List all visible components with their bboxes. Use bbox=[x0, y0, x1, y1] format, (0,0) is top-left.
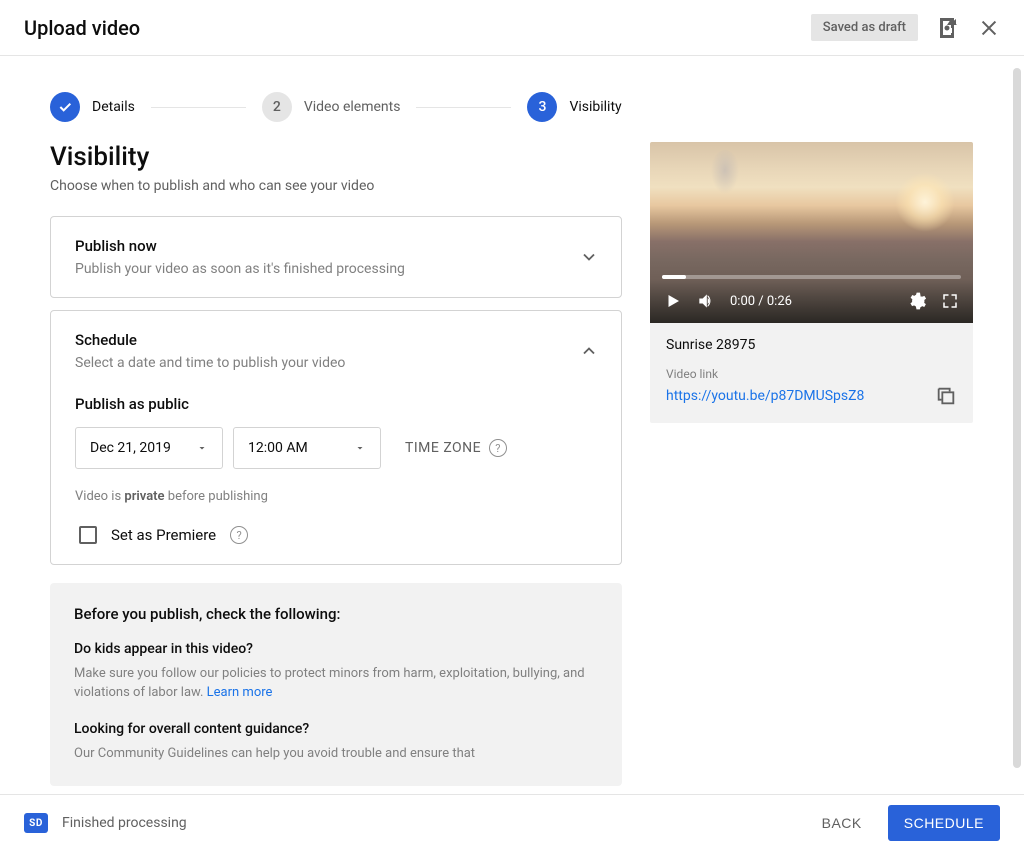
kids-question: Do kids appear in this video? bbox=[74, 641, 598, 657]
before-publish-card: Before you publish, check the following:… bbox=[50, 583, 622, 786]
volume-icon[interactable] bbox=[696, 291, 716, 311]
left-column: Visibility Choose when to publish and wh… bbox=[50, 142, 622, 786]
premiere-label: Set as Premiere bbox=[111, 526, 216, 544]
private-note: Video is private before publishing bbox=[75, 489, 597, 504]
help-icon[interactable]: ? bbox=[489, 439, 507, 457]
dialog-header: Upload video Saved as draft bbox=[0, 0, 1024, 56]
back-button[interactable]: BACK bbox=[806, 805, 878, 841]
schedule-card[interactable]: Schedule Select a date and time to publi… bbox=[50, 310, 622, 565]
step-number: 3 bbox=[527, 92, 557, 122]
schedule-title: Schedule bbox=[75, 331, 597, 349]
close-icon[interactable] bbox=[978, 17, 1000, 39]
premiere-row: Set as Premiere ? bbox=[79, 526, 597, 544]
step-visibility[interactable]: 3 Visibility bbox=[527, 92, 621, 122]
chevron-down-icon bbox=[579, 247, 599, 267]
publish-now-title: Publish now bbox=[75, 237, 597, 255]
video-link-row: https://youtu.be/p87DMUSpsZ8 bbox=[666, 385, 957, 407]
video-link[interactable]: https://youtu.be/p87DMUSpsZ8 bbox=[666, 388, 864, 404]
dropdown-caret-icon bbox=[354, 442, 366, 454]
video-player[interactable]: 0:00 / 0:26 bbox=[650, 142, 973, 323]
schedule-desc: Select a date and time to publish your v… bbox=[75, 355, 597, 371]
kids-desc: Make sure you follow our policies to pro… bbox=[74, 665, 598, 703]
video-link-label: Video link bbox=[666, 367, 957, 381]
play-icon[interactable] bbox=[664, 292, 682, 310]
step-label: Video elements bbox=[304, 99, 401, 115]
header-actions: Saved as draft bbox=[811, 14, 1000, 41]
sd-badge: SD bbox=[24, 813, 48, 833]
video-title: Sunrise 28975 bbox=[666, 337, 957, 353]
dialog-title: Upload video bbox=[24, 16, 140, 40]
step-video-elements[interactable]: 2 Video elements bbox=[262, 92, 401, 122]
step-divider bbox=[416, 107, 511, 108]
step-label: Visibility bbox=[569, 99, 621, 115]
settings-gear-icon[interactable] bbox=[907, 291, 927, 311]
help-icon[interactable]: ? bbox=[230, 526, 248, 544]
publish-now-card[interactable]: Publish now Publish your video as soon a… bbox=[50, 216, 622, 298]
dropdown-caret-icon bbox=[196, 442, 208, 454]
guidance-desc: Our Community Guidelines can help you av… bbox=[74, 745, 598, 764]
fullscreen-icon[interactable] bbox=[941, 292, 959, 310]
copy-icon[interactable] bbox=[935, 385, 957, 407]
step-check-icon bbox=[50, 92, 80, 122]
video-preview: 0:00 / 0:26 Sunrise 28975 Video link htt… bbox=[650, 142, 973, 423]
publish-as-public-label: Publish as public bbox=[75, 395, 597, 413]
chevron-up-icon bbox=[579, 341, 599, 361]
time-value: 12:00 AM bbox=[248, 440, 308, 456]
scrollbar[interactable] bbox=[1013, 68, 1021, 768]
preview-meta: Sunrise 28975 Video link https://youtu.b… bbox=[650, 323, 973, 423]
step-divider bbox=[151, 107, 246, 108]
step-label: Details bbox=[92, 99, 135, 115]
right-column: 0:00 / 0:26 Sunrise 28975 Video link htt… bbox=[650, 142, 973, 786]
exit-icon[interactable] bbox=[936, 16, 960, 40]
time-display: 0:00 / 0:26 bbox=[730, 294, 893, 309]
page-subtitle: Choose when to publish and who can see y… bbox=[50, 178, 622, 194]
video-controls: 0:00 / 0:26 bbox=[650, 279, 973, 323]
dialog-body-scroll[interactable]: Details 2 Video elements 3 Visibility Vi… bbox=[0, 68, 1024, 794]
checklist-heading: Before you publish, check the following: bbox=[74, 605, 598, 623]
step-details[interactable]: Details bbox=[50, 92, 135, 122]
publish-now-desc: Publish your video as soon as it's finis… bbox=[75, 261, 597, 277]
step-number: 2 bbox=[262, 92, 292, 122]
time-select[interactable]: 12:00 AM bbox=[233, 427, 381, 469]
timezone-button[interactable]: TIME ZONE ? bbox=[405, 439, 507, 457]
dialog-footer: SD Finished processing BACK SCHEDULE bbox=[0, 794, 1024, 851]
datetime-row: Dec 21, 2019 12:00 AM TIME ZONE ? bbox=[75, 427, 597, 469]
date-select[interactable]: Dec 21, 2019 bbox=[75, 427, 223, 469]
processing-status: Finished processing bbox=[62, 815, 806, 831]
schedule-button[interactable]: SCHEDULE bbox=[888, 805, 1000, 841]
date-value: Dec 21, 2019 bbox=[90, 440, 171, 456]
guidance-question: Looking for overall content guidance? bbox=[74, 721, 598, 737]
page-title: Visibility bbox=[50, 142, 622, 172]
saved-draft-badge: Saved as draft bbox=[811, 14, 918, 41]
main-columns: Visibility Choose when to publish and wh… bbox=[0, 142, 1024, 794]
premiere-checkbox[interactable] bbox=[79, 526, 97, 544]
learn-more-link[interactable]: Learn more bbox=[207, 685, 273, 700]
timezone-label: TIME ZONE bbox=[405, 440, 481, 456]
stepper: Details 2 Video elements 3 Visibility bbox=[0, 68, 1024, 142]
